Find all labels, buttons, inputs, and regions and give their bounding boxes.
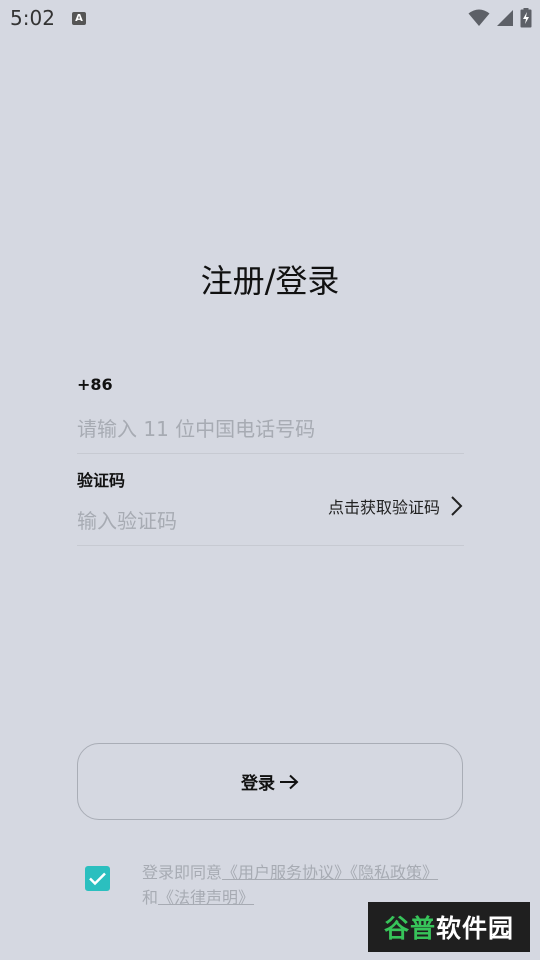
agreement-prefix: 登录即同意 (142, 863, 223, 882)
watermark-part1: 谷普 (383, 914, 436, 943)
code-label: 验证码 (77, 471, 126, 490)
agreement-conjunction: 和 (142, 888, 159, 907)
agreement-checkbox[interactable] (85, 866, 110, 891)
checkmark-icon (89, 872, 106, 886)
battery-charging-icon (520, 8, 532, 28)
login-button[interactable]: 登录 (77, 743, 463, 820)
privacy-policy-link[interactable]: 《隐私政策》 (350, 863, 438, 882)
get-code-button[interactable]: 点击获取验证码 (328, 493, 464, 519)
watermark-part2: 软件园 (436, 914, 515, 943)
login-label: 登录 (241, 774, 275, 794)
status-time: 5:02 (10, 6, 55, 30)
chevron-right-icon (451, 496, 463, 516)
phone-divider (77, 453, 464, 454)
get-code-label: 点击获取验证码 (327, 498, 440, 517)
phone-input[interactable] (77, 412, 457, 446)
status-icons (468, 7, 532, 29)
code-input[interactable] (77, 504, 307, 538)
watermark-logo: 谷普 软件园 (368, 902, 530, 952)
cell-signal-icon (497, 10, 513, 26)
status-bar: 5:02 A (0, 0, 540, 36)
legal-statement-link[interactable]: 《法律声明》 (158, 888, 254, 907)
user-agreement-link[interactable]: 《用户服务协议》 (222, 863, 350, 882)
arrow-right-icon (280, 774, 299, 789)
notification-a-icon: A (72, 12, 86, 25)
wifi-icon (468, 9, 490, 26)
page-title: 注册/登录 (200, 262, 340, 300)
country-code-label: +86 (77, 375, 113, 394)
code-divider (77, 545, 464, 546)
